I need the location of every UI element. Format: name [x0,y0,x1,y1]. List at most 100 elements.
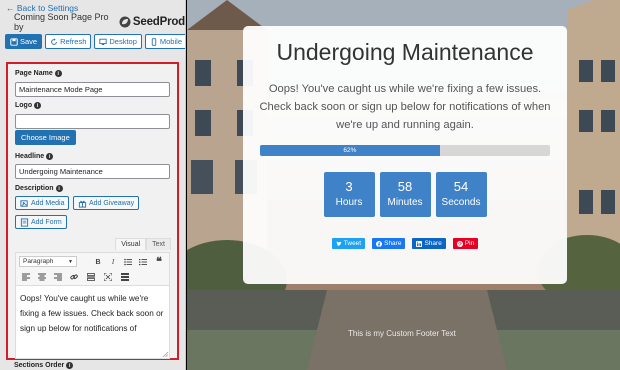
brand-row: Coming Soon Page Pro by SeedProd [14,12,185,32]
pinterest-icon [456,240,463,247]
page-name-label-text: Page Name [15,70,53,77]
align-right-icon[interactable] [53,272,63,282]
mobile-icon [151,37,157,46]
link-icon[interactable] [69,272,79,282]
countdown-timer: 3 Hours 58 Minutes 54 Seconds [243,172,567,217]
refresh-label: Refresh [60,37,87,46]
desktop-view-button[interactable]: Desktop [94,34,142,49]
custom-footer-text: This is my Custom Footer Text [348,329,456,338]
media-icon [20,199,28,207]
countdown-minutes-value: 58 [397,179,413,194]
description-editor: Paragraph ▼ B I ❝ Oops! You've caught us… [15,252,170,359]
description-label: Description i [15,185,63,192]
mobile-view-button[interactable]: Mobile [144,34,185,49]
pinterest-pin-button[interactable]: Pin [452,238,479,249]
social-share-buttons: Tweet Share Share Pin [243,238,567,249]
add-form-button[interactable]: Add Form [15,215,67,229]
linkedin-icon [416,240,423,247]
customizer-sidebar: ← Back to Settings Coming Soon Page Pro … [0,0,186,370]
info-icon[interactable]: i [54,70,62,77]
progress-bar-label: 62% [343,147,357,154]
progress-bar: 62% [260,145,550,156]
align-center-icon[interactable] [37,272,47,282]
maintenance-headline: Undergoing Maintenance [276,39,534,65]
chevron-down-icon: ▼ [68,258,73,265]
sections-order-label-text: Sections Order [14,362,65,369]
paragraph-format-value: Paragraph [23,258,54,265]
info-icon[interactable]: i [46,153,54,160]
info-icon[interactable]: i [55,185,63,192]
editor-content[interactable]: Oops! You've caught us while we're fixin… [16,286,169,341]
page-name-label: Page Name i [15,70,62,77]
countdown-seconds-unit: Seconds [441,197,481,208]
fullscreen-icon[interactable] [103,272,113,282]
seedprod-logo: SeedProd [119,16,185,28]
logo-label: Logo i [15,102,42,109]
facebook-icon [376,240,383,247]
choose-image-button[interactable]: Choose Image [15,130,76,145]
tab-text[interactable]: Text [146,238,171,250]
refresh-button[interactable]: Refresh [45,34,92,49]
countdown-seconds: 54 Seconds [435,172,487,217]
countdown-minutes: 58 Minutes [379,172,431,217]
linkedin-share-button[interactable]: Share [412,238,446,249]
editor-formatting-toolbar: Paragraph ▼ B I ❝ [16,253,169,286]
tweet-button[interactable]: Tweet [331,238,366,249]
description-label-text: Description [15,185,54,192]
maintenance-card: Undergoing Maintenance Oops! You've caug… [243,26,567,284]
bullet-list-icon[interactable] [123,257,133,267]
form-icon [20,217,29,227]
editor-toolbar: Save Refresh Desktop Mobile [5,34,185,49]
add-giveaway-label: Add Giveaway [89,199,135,207]
save-label: Save [20,37,38,46]
refresh-icon [51,37,57,45]
logo-url-input[interactable] [15,114,170,129]
seedprod-logo-text: SeedProd [132,16,185,28]
tab-visual[interactable]: Visual [115,238,147,250]
mobile-label: Mobile [159,37,182,46]
seedprod-leaf-icon [119,16,131,28]
add-form-label: Add Form [31,218,62,226]
save-button[interactable]: Save [5,34,43,49]
add-media-label: Add Media [31,199,65,207]
resize-handle-icon[interactable] [162,351,168,357]
info-icon[interactable]: i [66,362,74,369]
linkedin-share-label: Share [424,240,442,247]
add-media-button[interactable]: Add Media [15,196,70,210]
toolbar-toggle-icon[interactable] [120,272,130,282]
save-icon [10,37,18,46]
pinterest-pin-label: Pin [464,240,475,247]
gift-icon [78,200,87,208]
countdown-minutes-unit: Minutes [387,197,423,208]
content-settings-panel: Page Name i Maintenance Mode Page Logo i… [6,62,179,360]
countdown-hours-unit: Hours [335,197,363,208]
headline-label-text: Headline [15,153,45,160]
sections-order-label: Sections Order i [14,362,74,369]
countdown-hours-value: 3 [345,179,353,194]
align-left-icon[interactable] [21,272,31,282]
blockquote-icon[interactable]: ❝ [154,256,164,268]
countdown-seconds-value: 54 [453,179,469,194]
headline-label: Headline i [15,153,54,160]
maintenance-description: Oops! You've caught us while we're fixin… [259,83,551,131]
facebook-share-label: Share [384,240,402,247]
add-giveaway-button[interactable]: Add Giveaway [73,196,140,210]
editor-mode-tabs: Visual Text [115,238,171,250]
tweet-label: Tweet [343,240,362,247]
bold-icon[interactable]: B [93,257,103,267]
countdown-hours: 3 Hours [323,172,375,217]
desktop-label: Desktop [109,37,137,46]
brand-title: Coming Soon Page Pro by [14,12,109,32]
headline-input[interactable]: Undergoing Maintenance [15,164,170,179]
desktop-icon [99,38,108,45]
page-preview: Undergoing Maintenance Oops! You've caug… [187,0,620,370]
facebook-share-button[interactable]: Share [372,238,406,249]
numbered-list-icon[interactable] [138,257,148,267]
logo-label-text: Logo [15,102,33,109]
twitter-icon [336,240,342,246]
paragraph-format-select[interactable]: Paragraph ▼ [19,256,77,267]
info-icon[interactable]: i [34,102,42,109]
page-name-input[interactable]: Maintenance Mode Page [15,82,170,97]
horizontal-rule-icon[interactable] [86,272,96,282]
italic-icon[interactable]: I [108,257,118,267]
